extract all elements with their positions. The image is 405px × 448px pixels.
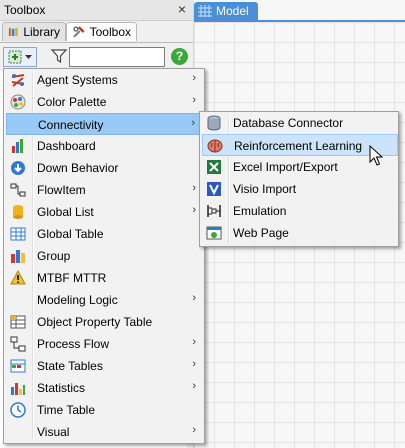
mtbf-mttr-icon — [10, 270, 26, 285]
submenu-arrow-icon: › — [192, 182, 196, 194]
object-property-table-icon — [10, 315, 26, 329]
menu-item-group[interactable]: Group — [6, 245, 202, 267]
tab-library[interactable]: Library — [2, 22, 66, 41]
menu-item-label: Object Property Table — [37, 315, 153, 329]
menu-item-label: Down Behavior — [37, 161, 119, 175]
close-icon[interactable]: × — [174, 1, 190, 17]
toolbox-toolbar: ? — [0, 43, 193, 71]
menu-item-global-list[interactable]: Global List › — [6, 201, 202, 223]
panel-header: Toolbox × — [0, 0, 193, 21]
tab-model[interactable]: Model — [194, 2, 258, 20]
global-list-icon — [13, 205, 23, 219]
menu-item-label: MTBF MTTR — [37, 271, 107, 285]
menu-item-down-behavior[interactable]: Down Behavior — [6, 157, 202, 179]
tab-toolbox-label: Toolbox — [89, 25, 131, 39]
menu-item-label: Agent Systems — [37, 73, 118, 87]
menu-item-flowitem[interactable]: FlowItem › — [6, 179, 202, 201]
menu-item-agent-systems[interactable]: Agent Systems › — [6, 69, 202, 91]
menu-item-mtbf-mttr[interactable]: MTBF MTTR — [6, 267, 202, 289]
visio-icon — [207, 182, 221, 196]
database-icon — [207, 115, 221, 131]
menu-item-object-property-table[interactable]: Object Property Table — [6, 311, 202, 333]
state-tables-icon — [10, 359, 26, 373]
menu-item-emulation[interactable]: Emulation — [202, 200, 398, 222]
menu-item-label: Visio Import — [233, 182, 297, 196]
menu-item-label: Web Page — [233, 226, 289, 240]
help-icon[interactable]: ? — [171, 48, 188, 65]
panel-title: Toolbox — [4, 3, 46, 17]
menu-item-label: Color Palette — [37, 95, 107, 109]
submenu-arrow-icon: › — [192, 358, 196, 370]
menu-item-label: Database Connector — [233, 116, 344, 130]
menu-item-time-table[interactable]: Time Table — [6, 399, 202, 421]
time-table-icon — [10, 402, 26, 418]
menu-item-label: Modeling Logic — [37, 293, 118, 307]
menu-item-global-table[interactable]: Global Table — [6, 223, 202, 245]
submenu-arrow-icon: › — [192, 94, 196, 106]
menu-item-label: Visual — [37, 425, 70, 439]
submenu-arrow-icon: › — [191, 117, 195, 129]
menu-item-connectivity[interactable]: Connectivity › — [6, 113, 202, 135]
menu-item-statistics[interactable]: Statistics › — [6, 377, 202, 399]
menu-item-label: Global List — [37, 205, 94, 219]
emulation-icon — [207, 205, 221, 217]
dashboard-icon — [12, 139, 23, 153]
process-flow-icon — [10, 336, 26, 352]
menu-item-label: Group — [37, 249, 71, 263]
submenu-arrow-icon: › — [192, 424, 196, 436]
brain-icon — [207, 139, 223, 153]
mouse-pointer-icon — [369, 145, 383, 166]
down-behavior-icon — [11, 161, 25, 175]
tab-library-label: Library — [23, 25, 60, 39]
submenu-arrow-icon: › — [192, 292, 196, 304]
menu-item-visio-import[interactable]: Visio Import — [202, 178, 398, 200]
grid-icon — [198, 5, 212, 17]
agent-systems-icon — [11, 74, 25, 87]
menu-item-visual[interactable]: Visual › — [6, 421, 202, 443]
statistics-icon — [11, 383, 25, 395]
add-tool-button[interactable] — [3, 47, 37, 67]
menu-item-label: Global Table — [37, 227, 104, 241]
chevron-down-icon — [25, 54, 32, 59]
menu-item-label: Process Flow — [37, 337, 110, 351]
search-input[interactable] — [69, 47, 165, 67]
menu-item-dashboard[interactable]: Dashboard — [6, 135, 202, 157]
global-table-icon — [10, 227, 26, 241]
tab-toolbox[interactable]: Toolbox — [66, 22, 137, 41]
color-palette-icon — [10, 94, 26, 110]
add-tool-menu: Agent Systems › Color Palette › Connecti… — [3, 68, 205, 444]
menu-item-label: Reinforcement Learning — [234, 139, 363, 153]
menu-item-label: Connectivity — [38, 118, 104, 132]
menu-item-label: Excel Import/Export — [233, 160, 338, 174]
menu-item-label: State Tables — [37, 359, 103, 373]
web-page-icon — [206, 226, 222, 240]
tab-model-label: Model — [216, 4, 249, 18]
menu-item-process-flow[interactable]: Process Flow › — [6, 333, 202, 355]
menu-item-label: Statistics — [37, 381, 86, 395]
filter-icon[interactable] — [51, 48, 67, 64]
submenu-arrow-icon: › — [192, 336, 196, 348]
excel-icon — [207, 160, 221, 174]
menu-item-state-tables[interactable]: State Tables › — [6, 355, 202, 377]
panel-tabs: Library Toolbox — [0, 20, 193, 42]
toolbox-icon — [73, 26, 85, 38]
flowitem-icon — [10, 183, 26, 197]
group-icon — [11, 250, 25, 263]
library-icon — [8, 27, 18, 37]
add-object-icon — [8, 50, 22, 64]
connectivity-submenu: Database Connector Reinforcement Learnin… — [199, 111, 399, 247]
menu-item-modeling-logic[interactable]: Modeling Logic › — [6, 289, 202, 311]
menu-item-database-connector[interactable]: Database Connector — [202, 112, 398, 134]
menu-item-label: Dashboard — [37, 139, 96, 153]
submenu-arrow-icon: › — [192, 72, 196, 84]
menu-item-web-page[interactable]: Web Page — [202, 222, 398, 244]
menu-item-label: FlowItem — [37, 183, 86, 197]
submenu-arrow-icon: › — [192, 380, 196, 392]
menu-item-label: Time Table — [37, 403, 96, 417]
menu-item-label: Emulation — [233, 204, 287, 218]
submenu-arrow-icon: › — [192, 204, 196, 216]
menu-item-color-palette[interactable]: Color Palette › — [6, 91, 202, 113]
